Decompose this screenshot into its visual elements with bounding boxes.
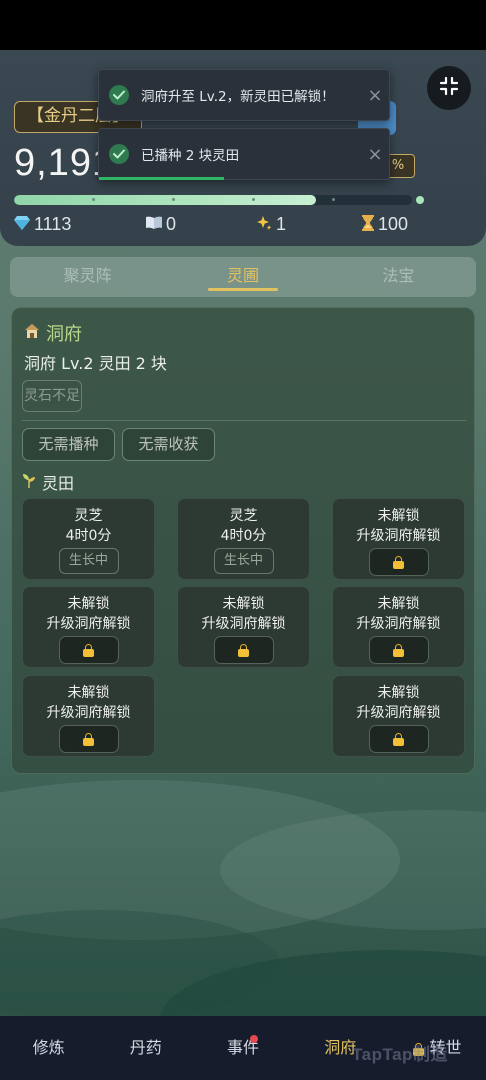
- plot-unlock-hint: 升级洞府解锁: [201, 616, 286, 632]
- stat-stars: 1: [256, 212, 286, 236]
- nav-item-pills[interactable]: 丹药: [97, 1020, 194, 1076]
- plot-crop-name: 灵芝: [74, 508, 103, 524]
- plot-unlock-hint: 升级洞府解锁: [356, 528, 441, 544]
- book-icon: [146, 216, 162, 232]
- sub-tabs: 聚灵阵 灵圃 法宝: [10, 257, 476, 297]
- toast-close-button[interactable]: ×: [361, 144, 389, 165]
- progress-tick: [172, 198, 175, 201]
- plot-lock-button[interactable]: [368, 636, 429, 664]
- progress-end-dot: [416, 196, 424, 204]
- check-icon: [109, 85, 129, 105]
- plot-lock-button[interactable]: [58, 636, 119, 664]
- stat-spirit-stones-value: 1113: [34, 213, 72, 234]
- diamond-icon: [14, 215, 30, 233]
- plot-unlock-hint: 升级洞府解锁: [46, 705, 131, 721]
- progress-tick: [332, 198, 335, 201]
- upgrade-dongfu-button[interactable]: 灵石不足: [22, 380, 82, 412]
- lock-icon: [393, 556, 404, 569]
- check-icon: [109, 144, 129, 164]
- dongfu-level-info: 洞府 Lv.2 灵田 2 块: [24, 354, 167, 373]
- toast-message: 已播种 2 块灵田: [141, 148, 240, 164]
- toast-timer-bar: [99, 177, 224, 180]
- plot-crop-name: 灵芝: [229, 508, 258, 524]
- nav-item-events[interactable]: 事件: [194, 1020, 291, 1076]
- plot-status-badge: 生长中: [213, 548, 274, 574]
- collapse-button[interactable]: [427, 66, 471, 110]
- field-plot-locked: 未解锁 升级洞府解锁: [177, 586, 310, 668]
- dongfu-panel: 洞府 洞府 Lv.2 灵田 2 块 灵石不足 无需播种 无需收获 灵田 灵芝 4…: [11, 307, 475, 774]
- progress-tick: [92, 198, 95, 201]
- nav-item-cultivate[interactable]: 修炼: [0, 1020, 97, 1076]
- plot-lock-button[interactable]: [58, 725, 119, 753]
- field-plot[interactable]: 灵芝 4时0分 生长中: [177, 498, 310, 580]
- tab-lingpu[interactable]: 灵圃: [165, 257, 320, 297]
- toast-message: 洞府升至 Lv.2，新灵田已解锁！: [141, 89, 335, 105]
- toast-notification: 已播种 2 块灵田 ×: [98, 128, 390, 180]
- stat-books-value: 0: [166, 213, 177, 234]
- lock-icon: [83, 733, 94, 746]
- sparkle-icon: [256, 215, 272, 234]
- sprout-icon: [22, 472, 36, 492]
- lock-icon: [393, 644, 404, 657]
- lock-icon: [238, 644, 249, 657]
- stat-stars-value: 1: [276, 213, 287, 234]
- lingtian-title-text: 灵田: [42, 474, 75, 493]
- toast-close-button[interactable]: ×: [361, 85, 389, 106]
- cultivation-progress-bar: [14, 195, 412, 205]
- tab-fabao[interactable]: 法宝: [321, 257, 476, 297]
- plot-time-remaining: 4时0分: [65, 528, 112, 544]
- hourglass-icon: [362, 214, 374, 234]
- plot-locked-label: 未解锁: [377, 685, 420, 701]
- taptap-watermark: TapTap制造: [352, 1045, 448, 1064]
- dongfu-section-title: 洞府: [24, 320, 82, 346]
- plot-status-badge: 生长中: [58, 548, 119, 574]
- plot-time-remaining: 4时0分: [220, 528, 267, 544]
- plot-locked-label: 未解锁: [67, 685, 110, 701]
- stat-books: 0: [146, 212, 176, 236]
- status-bar: [0, 0, 486, 50]
- field-plot-locked: 未解锁 升级洞府解锁: [22, 675, 155, 757]
- tab-juling-zhen[interactable]: 聚灵阵: [10, 257, 165, 297]
- plot-lock-button[interactable]: [213, 636, 274, 664]
- house-icon: [24, 323, 40, 344]
- plot-locked-label: 未解锁: [67, 596, 110, 612]
- field-plot-locked: 未解锁 升级洞府解锁: [332, 498, 465, 580]
- field-plot-locked: 未解锁 升级洞府解锁: [22, 586, 155, 668]
- field-plot-locked: 未解锁 升级洞府解锁: [332, 586, 465, 668]
- plot-locked-label: 未解锁: [222, 596, 265, 612]
- plot-locked-label: 未解锁: [377, 508, 420, 524]
- sow-button[interactable]: 无需播种: [22, 428, 115, 461]
- field-plot[interactable]: 灵芝 4时0分 生长中: [22, 498, 155, 580]
- dongfu-title-text: 洞府: [46, 324, 82, 345]
- stat-time-value: 100: [378, 213, 409, 234]
- lock-icon: [83, 644, 94, 657]
- plot-unlock-hint: 升级洞府解锁: [356, 705, 441, 721]
- plot-lock-button[interactable]: [368, 725, 429, 753]
- progress-tick: [252, 198, 255, 201]
- section-divider: [22, 420, 466, 421]
- plot-locked-label: 未解锁: [377, 596, 420, 612]
- field-plot-locked: 未解锁 升级洞府解锁: [332, 675, 465, 757]
- toast-notification: 洞府升至 Lv.2，新灵田已解锁！ ×: [98, 69, 390, 121]
- stat-time: 100: [362, 212, 408, 236]
- harvest-button[interactable]: 无需收获: [122, 428, 215, 461]
- plot-unlock-hint: 升级洞府解锁: [46, 616, 131, 632]
- collapse-icon: [439, 76, 459, 100]
- lock-icon: [393, 733, 404, 746]
- plot-lock-button[interactable]: [368, 548, 429, 576]
- cultivation-progress-fill: [14, 195, 317, 205]
- plot-unlock-hint: 升级洞府解锁: [356, 616, 441, 632]
- lingtian-section-title: 灵田: [22, 470, 74, 494]
- stat-spirit-stones: 1113: [14, 212, 71, 236]
